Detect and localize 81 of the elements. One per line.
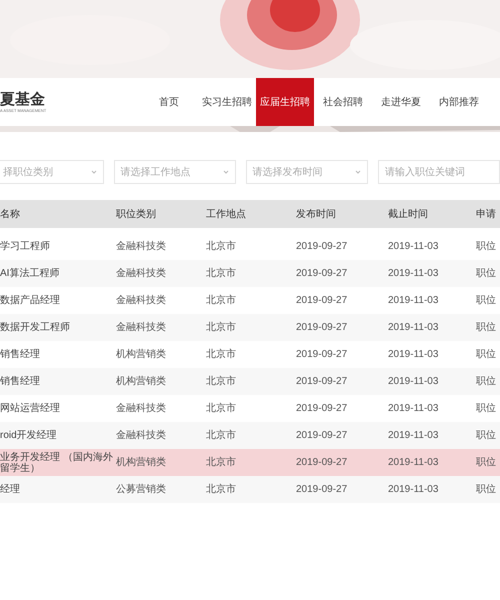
table-cell-text: 数据产品经理: [0, 295, 61, 306]
table-cell-text: 2019-11-03: [388, 322, 440, 333]
table-cell-text: 2019-09-27: [296, 457, 348, 468]
table-cell-text: 2019-11-03: [388, 268, 440, 279]
table-row[interactable]: AI算法工程师 金融科技类 北京市 2019-09-27 2019-11-03 职位: [0, 260, 500, 287]
table-row[interactable]: roid开发经理 金融科技类 北京市 2019-09-27 2019-11-03 职位: [0, 422, 500, 449]
table-cell-text: 北京市: [206, 457, 237, 468]
table-cell-text: 机构营销类: [116, 349, 167, 360]
table-cell-text: 北京市: [206, 430, 237, 441]
details-link[interactable]: 职位: [476, 457, 498, 468]
table-cell-text: 2019-09-27: [296, 376, 348, 387]
table-cell-text: 2019-09-27: [296, 241, 348, 252]
table-cell-text: roid开发经理: [0, 430, 58, 441]
chevron-icon: [90, 169, 96, 175]
details-link[interactable]: 职位: [476, 376, 498, 387]
table-cell-text: 北京市: [206, 349, 237, 360]
table-cell-text: 数据开发工程师: [0, 322, 71, 333]
table-cell-text: 2019-11-03: [388, 295, 440, 306]
table-cell-text: 2019-11-03: [388, 430, 440, 441]
column-header: 发布时间: [296, 208, 337, 222]
table-cell-text: 北京市: [206, 322, 237, 333]
column-header: 名称: [0, 208, 21, 222]
table-cell-text: 金融科技类: [116, 241, 167, 252]
nav-tab[interactable]: 首页: [140, 78, 198, 126]
table-cell-text: 2019-09-27: [296, 430, 348, 441]
table-cell-text: 北京市: [206, 295, 237, 306]
details-link[interactable]: 职位: [476, 295, 498, 306]
table-cell-text: 金融科技类: [116, 322, 167, 333]
table-cell-text: 学习工程师: [0, 241, 51, 252]
table-cell-text: 销售经理: [0, 349, 41, 360]
table-cell-text: 北京市: [206, 376, 237, 387]
details-link[interactable]: 职位: [476, 349, 498, 360]
nav-tab[interactable]: 内部推荐: [430, 78, 488, 126]
table-cell-text: 网站运营经理: [0, 403, 61, 414]
table-cell-text: 2019-11-03: [388, 484, 440, 495]
table-cell-text: 北京市: [206, 268, 237, 279]
details-link[interactable]: 职位: [476, 484, 498, 495]
table-cell-text: 机构营销类: [116, 376, 167, 387]
table-cell-text: 2019-09-27: [296, 322, 348, 333]
table-cell-text: 2019-11-03: [388, 376, 440, 387]
table-cell-text: 2019-09-27: [296, 349, 348, 360]
table-cell-text: 2019-09-27: [296, 268, 348, 279]
table-cell-text: 2019-11-03: [388, 403, 440, 414]
details-link[interactable]: 职位: [476, 241, 498, 252]
chevron-icon: [222, 169, 229, 175]
table-cell-text: 公募营销类: [116, 484, 167, 495]
details-link[interactable]: 职位: [476, 322, 498, 333]
column-header: 申请: [476, 208, 497, 222]
table-cell-text: 金融科技类: [116, 295, 167, 306]
nav-tab[interactable]: 走进华夏: [372, 78, 430, 126]
nav-tab[interactable]: 应届生招聘: [256, 78, 314, 126]
table-cell-text: 金融科技类: [116, 430, 167, 441]
table-cell-text: 2019-09-27: [296, 484, 348, 495]
column-header: 工作地点: [206, 208, 247, 222]
table-cell-text: 经理: [0, 484, 21, 495]
details-link[interactable]: 职位: [476, 430, 498, 441]
nav-tab[interactable]: 实习生招聘: [198, 78, 256, 126]
column-header: 截止时间: [388, 208, 429, 222]
table-cell-text: 金融科技类: [116, 403, 167, 414]
table-cell-text: 2019-09-27: [296, 295, 348, 306]
details-link[interactable]: 职位: [476, 403, 498, 414]
table-cell-text: 机构营销类: [116, 457, 167, 468]
table-cell-text: 2019-11-03: [388, 457, 440, 468]
logo-text: 夏基金: [0, 92, 46, 106]
table-cell-text: 2019-11-03: [388, 349, 440, 360]
table-cell-text: 业务开发经理 （国内海外留学生）: [0, 452, 114, 474]
table-cell-text: 金融科技类: [116, 268, 167, 279]
table-cell-text: 销售经理: [0, 376, 41, 387]
column-header: 职位类别: [116, 208, 157, 222]
table-cell-text: AI算法工程师: [0, 268, 60, 279]
table-row[interactable]: 数据开发工程师 金融科技类 北京市 2019-09-27 2019-11-03 职位: [0, 314, 500, 341]
chevron-icon: [354, 169, 361, 175]
table-cell-text: 北京市: [206, 403, 237, 414]
table-cell-text: 北京市: [206, 241, 237, 252]
table-row[interactable]: 经理 公募营销类 北京市 2019-09-27 2019-11-03 职位: [0, 476, 500, 503]
table-cell-text: 2019-11-03: [388, 241, 440, 252]
nav-tab[interactable]: 社会招聘: [314, 78, 372, 126]
table-cell-text: 北京市: [206, 484, 237, 495]
table-row[interactable]: 销售经理 机构营销类 北京市 2019-09-27 2019-11-03 职位: [0, 368, 500, 395]
details-link[interactable]: 职位: [476, 268, 498, 279]
table-cell-text: 2019-09-27: [296, 403, 348, 414]
